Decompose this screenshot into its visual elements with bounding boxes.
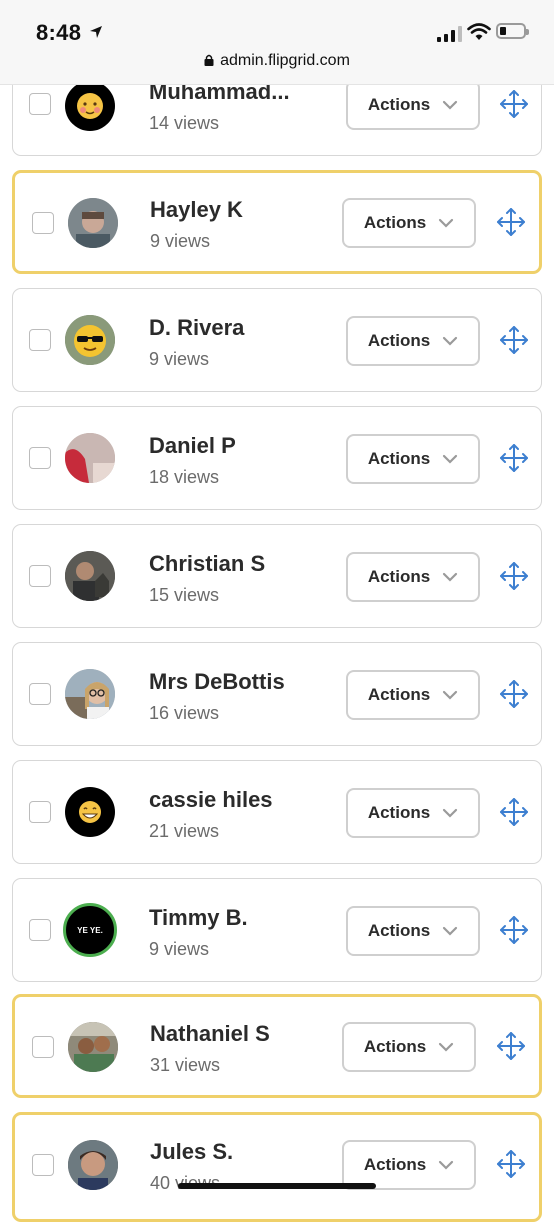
actions-label: Actions bbox=[367, 449, 431, 468]
response-views: 14 views bbox=[149, 113, 220, 133]
chevron-down-icon bbox=[443, 336, 458, 346]
response-card[interactable]: D. Rivera 9 views Actions bbox=[12, 288, 542, 392]
select-checkbox[interactable] bbox=[29, 93, 51, 115]
avatar bbox=[65, 81, 115, 131]
avatar bbox=[65, 787, 115, 837]
select-checkbox[interactable] bbox=[29, 329, 51, 351]
move-icon[interactable] bbox=[499, 325, 529, 355]
select-checkbox[interactable] bbox=[29, 447, 51, 469]
response-card[interactable]: Daniel P 18 views Actions bbox=[12, 406, 542, 510]
battery-icon bbox=[496, 23, 529, 39]
move-icon[interactable] bbox=[496, 1149, 526, 1179]
move-icon[interactable] bbox=[499, 561, 529, 591]
response-name: Mrs DeBottis bbox=[149, 669, 285, 694]
avatar-text: YE YE. bbox=[77, 925, 103, 935]
chevron-down-icon bbox=[439, 1160, 454, 1170]
select-checkbox[interactable] bbox=[29, 683, 51, 705]
avatar bbox=[68, 1140, 118, 1190]
responses-list: Muhammad... 14 views Actions Hayley K 9 … bbox=[0, 0, 554, 1222]
wifi-icon bbox=[467, 23, 491, 40]
avatar bbox=[65, 551, 115, 601]
avatar: YE YE. bbox=[63, 903, 117, 957]
cellular-signal-icon bbox=[437, 26, 462, 42]
move-icon[interactable] bbox=[499, 89, 529, 119]
chevron-down-icon bbox=[439, 218, 454, 228]
response-name: cassie hiles bbox=[149, 787, 273, 812]
actions-label: Actions bbox=[363, 1037, 427, 1056]
location-arrow-icon bbox=[90, 26, 102, 38]
move-icon[interactable] bbox=[499, 915, 529, 945]
actions-button[interactable]: Actions bbox=[346, 316, 480, 366]
avatar bbox=[68, 1022, 118, 1072]
response-name: Christian S bbox=[149, 551, 266, 576]
actions-button[interactable]: Actions bbox=[346, 552, 480, 602]
response-views: 18 views bbox=[149, 467, 220, 487]
select-checkbox[interactable] bbox=[32, 212, 54, 234]
clock: 8:48 bbox=[36, 20, 82, 45]
actions-button[interactable]: Actions bbox=[342, 1022, 476, 1072]
chevron-down-icon bbox=[443, 572, 458, 582]
actions-button[interactable]: Actions bbox=[346, 788, 480, 838]
chevron-down-icon bbox=[443, 690, 458, 700]
response-views: 9 views bbox=[149, 349, 210, 369]
select-checkbox[interactable] bbox=[32, 1154, 54, 1176]
actions-label: Actions bbox=[367, 803, 431, 822]
actions-button[interactable]: Actions bbox=[346, 670, 480, 720]
lock-icon bbox=[204, 54, 214, 66]
actions-label: Actions bbox=[367, 567, 431, 586]
response-card[interactable]: YE YE. Timmy B. 9 views Actions bbox=[12, 878, 542, 982]
response-card[interactable]: cassie hiles 21 views Actions bbox=[12, 760, 542, 864]
actions-label: Actions bbox=[367, 921, 431, 940]
response-name: D. Rivera bbox=[149, 315, 245, 340]
move-icon[interactable] bbox=[499, 797, 529, 827]
response-views: 16 views bbox=[149, 703, 220, 723]
avatar bbox=[65, 433, 115, 483]
move-icon[interactable] bbox=[496, 1031, 526, 1061]
chevron-down-icon bbox=[443, 808, 458, 818]
actions-button[interactable]: Actions bbox=[342, 198, 476, 248]
response-name: Timmy B. bbox=[149, 905, 248, 930]
actions-button[interactable]: Actions bbox=[346, 80, 480, 130]
response-card[interactable]: Christian S 15 views Actions bbox=[12, 524, 542, 628]
move-icon[interactable] bbox=[496, 207, 526, 237]
home-indicator[interactable] bbox=[178, 1183, 376, 1189]
avatar bbox=[65, 669, 115, 719]
move-icon[interactable] bbox=[499, 443, 529, 473]
response-card[interactable]: Nathaniel S 31 views Actions bbox=[12, 994, 542, 1098]
chevron-down-icon bbox=[443, 454, 458, 464]
avatar bbox=[65, 315, 115, 365]
response-name: Nathaniel S bbox=[150, 1021, 270, 1046]
select-checkbox[interactable] bbox=[29, 801, 51, 823]
response-card[interactable]: Mrs DeBottis 16 views Actions bbox=[12, 642, 542, 746]
actions-button[interactable]: Actions bbox=[346, 906, 480, 956]
response-name: Daniel P bbox=[149, 433, 236, 458]
chevron-down-icon bbox=[439, 1042, 454, 1052]
browser-status-bar: 8:48 admin.flipgrid.com bbox=[0, 0, 554, 85]
response-views: 9 views bbox=[150, 231, 211, 251]
select-checkbox[interactable] bbox=[29, 565, 51, 587]
response-views: 31 views bbox=[150, 1055, 221, 1075]
response-views: 21 views bbox=[149, 821, 220, 841]
response-views: 15 views bbox=[149, 585, 220, 605]
response-name: Jules S. bbox=[150, 1139, 234, 1164]
actions-label: Actions bbox=[367, 331, 431, 350]
actions-label: Actions bbox=[367, 95, 431, 114]
actions-label: Actions bbox=[363, 1155, 427, 1174]
actions-label: Actions bbox=[363, 213, 427, 232]
response-card[interactable]: Jules S. 40 views Actions bbox=[12, 1112, 542, 1222]
select-checkbox[interactable] bbox=[32, 1036, 54, 1058]
avatar bbox=[68, 198, 118, 248]
response-views: 9 views bbox=[149, 939, 210, 959]
chevron-down-icon bbox=[443, 926, 458, 936]
chevron-down-icon bbox=[443, 100, 458, 110]
address-bar[interactable]: admin.flipgrid.com bbox=[0, 52, 554, 70]
response-name: Hayley K bbox=[150, 197, 243, 222]
url-text: admin.flipgrid.com bbox=[220, 52, 350, 69]
actions-label: Actions bbox=[367, 685, 431, 704]
move-icon[interactable] bbox=[499, 679, 529, 709]
select-checkbox[interactable] bbox=[29, 919, 51, 941]
response-card[interactable]: Hayley K 9 views Actions bbox=[12, 170, 542, 274]
actions-button[interactable]: Actions bbox=[346, 434, 480, 484]
